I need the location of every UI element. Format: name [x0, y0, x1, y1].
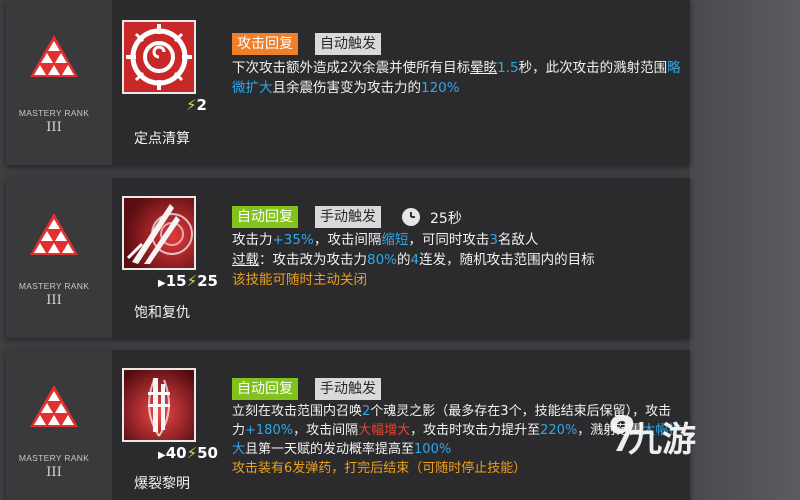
sp-cost-value: 50 — [197, 444, 218, 462]
desc-text: ，攻击间隔 — [313, 232, 382, 248]
desc-value: 4 — [410, 252, 420, 268]
blade-burst-icon — [124, 198, 194, 268]
desc-keyword: 过载 — [232, 252, 259, 268]
recovery-tag: 攻击回复 — [232, 33, 298, 55]
desc-value: 100% — [414, 442, 452, 457]
lightning-bolt-icon: ⚡ — [186, 272, 198, 290]
duration-text: 25秒 — [430, 211, 462, 227]
mastery-rank-label: MASTERY RANK — [18, 108, 90, 118]
play-arrow-icon: ▶ — [158, 450, 166, 461]
sp-cost-value: 2 — [196, 96, 207, 114]
sp-cost: ▶40⚡50 — [158, 444, 218, 462]
initial-sp-value: 40 — [165, 444, 187, 462]
trigger-tag: 手动触发 — [315, 206, 381, 228]
desc-value: 120% — [421, 80, 460, 96]
desc-value: 220% — [540, 423, 578, 438]
desc-text: ，攻击时攻击力提升至 — [410, 423, 541, 438]
lightning-bolt-icon: ⚡ — [186, 444, 198, 462]
mastery-rank-panel: MASTERY RANK III — [6, 0, 112, 165]
desc-text: 名敌人 — [497, 232, 539, 248]
desc-note: 攻击装有6发弹药，打完后结束（可随时停止技能） — [232, 461, 527, 476]
skill-name: 爆裂黎明 — [134, 476, 190, 492]
desc-text: ，可同时攻击 — [408, 232, 490, 248]
explosion-dawn-icon — [124, 370, 194, 440]
skill-description: 攻击力+35%，攻击间隔缩短，可同时攻击3名敌人 过载：攻击改为攻击力80%的4… — [232, 230, 684, 290]
desc-text: 的 — [397, 252, 411, 268]
desc-value: +180% — [245, 423, 294, 438]
desc-text: 秒，此次攻击的溅射范围 — [518, 60, 668, 76]
desc-text: 且第一天赋的发动概率提高至 — [245, 442, 415, 457]
clock-icon — [402, 208, 420, 226]
skill-icon-dingdian[interactable] — [122, 20, 196, 94]
mastery-rank-value: III — [46, 293, 62, 308]
desc-value-negative: 大幅增大 — [358, 423, 411, 438]
mastery-rank-value: III — [46, 465, 62, 480]
desc-value: 3 — [489, 232, 498, 248]
skill-icon-baohe[interactable] — [122, 196, 196, 270]
triangle-rank-icon — [30, 385, 78, 427]
lightning-bolt-icon: ⚡ — [186, 96, 197, 114]
desc-value: 80% — [367, 252, 398, 268]
desc-text: ：攻击改为攻击力 — [259, 252, 367, 268]
skill-name: 定点清算 — [134, 131, 190, 147]
desc-text: 且余震伤害变为攻击力的 — [272, 80, 422, 96]
play-arrow-icon: ▶ — [158, 278, 166, 289]
mastery-rank-panel: MASTERY RANK III — [6, 350, 112, 500]
desc-value: +35% — [272, 232, 314, 248]
skill-row-1[interactable]: MASTERY RANK III ⚡2 定点清算 攻击回复 自动触发 下次攻击额… — [6, 0, 690, 165]
skill-icon-baolie[interactable] — [122, 368, 196, 442]
skill-name: 饱和复仇 — [134, 305, 190, 321]
desc-value: 1.5 — [497, 60, 519, 76]
trigger-tag: 自动触发 — [315, 33, 381, 55]
desc-value: 缩短 — [381, 232, 409, 248]
desc-note: 该技能可随时主动关闭 — [232, 272, 367, 288]
triangle-rank-icon — [30, 213, 78, 255]
desc-text: 连发，随机攻击范围内的目标 — [419, 252, 595, 268]
sp-cost: ▶15⚡25 — [158, 272, 218, 290]
initial-sp-value: 15 — [165, 272, 187, 290]
recovery-tag: 自动回复 — [232, 378, 298, 400]
sp-cost: ⚡2 — [186, 96, 207, 114]
desc-text: 立刻在攻击范围内召唤 — [232, 404, 363, 419]
mastery-rank-label: MASTERY RANK — [18, 281, 90, 291]
mastery-rank-value: III — [46, 120, 62, 135]
desc-text: ，攻击间隔 — [293, 423, 359, 438]
skill-row-3[interactable]: MASTERY RANK III ▶40⚡50 爆裂黎明 自动回复 手动触发 立… — [6, 350, 690, 500]
trigger-tag: 手动触发 — [315, 378, 381, 400]
skill-row-2[interactable]: MASTERY RANK III ▶15⚡25 饱和复仇 自动回复 手动触发 2… — [6, 178, 690, 338]
recovery-tag: 自动回复 — [232, 206, 298, 228]
sp-cost-value: 25 — [197, 272, 218, 290]
watermark-text: 九游 — [628, 420, 696, 460]
desc-text: 攻击力 — [232, 232, 273, 248]
desc-keyword: 晕眩 — [470, 60, 498, 76]
desc-text: 下次攻击额外造成2次余震并使所有目标 — [232, 60, 471, 76]
triangle-rank-icon — [30, 35, 78, 77]
mastery-rank-panel: MASTERY RANK III — [6, 178, 112, 338]
mastery-rank-label: MASTERY RANK — [18, 453, 90, 463]
skill-description: 下次攻击额外造成2次余震并使所有目标晕眩1.5秒，此次攻击的溅射范围略微扩大且余… — [232, 58, 684, 98]
target-swirl-icon — [124, 22, 194, 92]
background-right — [690, 0, 800, 500]
